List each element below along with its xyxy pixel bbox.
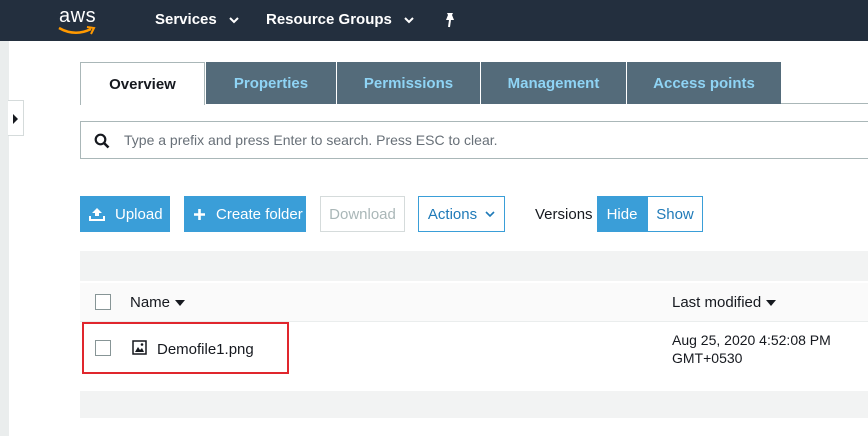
hide-label: Hide (606, 205, 638, 223)
download-label: Download (329, 205, 396, 223)
s3-bucket-page: aws Services Resource Groups Overview Pr… (0, 0, 868, 436)
name-column-header[interactable]: Name (130, 294, 186, 311)
sort-down-icon (766, 300, 777, 307)
plus-icon (193, 208, 206, 221)
table-top-band (80, 251, 868, 281)
last-modified-date: Aug 25, 2020 4:52:08 PM (672, 332, 831, 348)
resource-groups-label: Resource Groups (266, 11, 392, 28)
versions-label: Versions (535, 206, 593, 223)
show-label: Show (656, 205, 694, 223)
tab-permissions-label: Permissions (363, 74, 454, 92)
search-input[interactable] (124, 130, 864, 150)
tab-properties[interactable]: Properties (205, 62, 336, 104)
chevron-down-icon (485, 210, 495, 218)
upload-label: Upload (115, 205, 163, 223)
tab-overview-label: Overview (109, 75, 176, 93)
tab-permissions[interactable]: Permissions (336, 62, 480, 104)
tab-access-points[interactable]: Access points (626, 62, 781, 104)
search-icon (94, 133, 110, 149)
create-folder-button[interactable]: Create folder (184, 196, 306, 232)
actions-dropdown[interactable]: Actions (418, 196, 505, 232)
aws-logo-text: aws (59, 5, 97, 27)
versions-show-toggle[interactable]: Show (647, 196, 703, 232)
tab-access-points-label: Access points (653, 74, 755, 92)
tab-overview[interactable]: Overview (80, 62, 205, 105)
table-header: Name Last modified (80, 283, 868, 322)
expand-panel-icon (13, 114, 18, 124)
sort-down-icon (175, 300, 186, 307)
aws-smile-icon (58, 26, 96, 35)
upload-button[interactable]: Upload (80, 196, 170, 232)
chevron-down-icon (404, 16, 414, 23)
services-menu[interactable]: Services (155, 11, 239, 28)
create-folder-label: Create folder (216, 205, 303, 223)
expand-side-panel-button[interactable] (8, 100, 24, 136)
select-all-checkbox[interactable] (95, 294, 111, 310)
resource-groups-menu[interactable]: Resource Groups (266, 11, 414, 28)
download-button[interactable]: Download (320, 196, 405, 232)
search-box (80, 121, 868, 159)
last-modified-timezone: GMT+0530 (672, 350, 743, 366)
last-modified-column-header[interactable]: Last modified (672, 294, 777, 311)
pin-icon[interactable] (443, 12, 457, 28)
services-label: Services (155, 11, 217, 28)
aws-logo[interactable]: aws (56, 5, 104, 37)
upload-icon (89, 207, 105, 221)
actions-label: Actions (427, 205, 478, 223)
table-bottom-band (80, 391, 868, 418)
chevron-down-icon (229, 16, 239, 23)
top-navigation-bar: aws Services Resource Groups (0, 0, 868, 41)
tab-management-label: Management (507, 74, 600, 92)
tab-properties-label: Properties (233, 74, 309, 92)
highlight-annotation-box (82, 322, 289, 374)
last-modified-value: Aug 25, 2020 4:52:08 PM GMT+0530 (672, 331, 831, 367)
tab-management[interactable]: Management (480, 62, 626, 104)
name-column-label: Name (130, 294, 171, 311)
last-modified-column-label: Last modified (672, 294, 762, 311)
versions-hide-toggle[interactable]: Hide (597, 196, 647, 232)
